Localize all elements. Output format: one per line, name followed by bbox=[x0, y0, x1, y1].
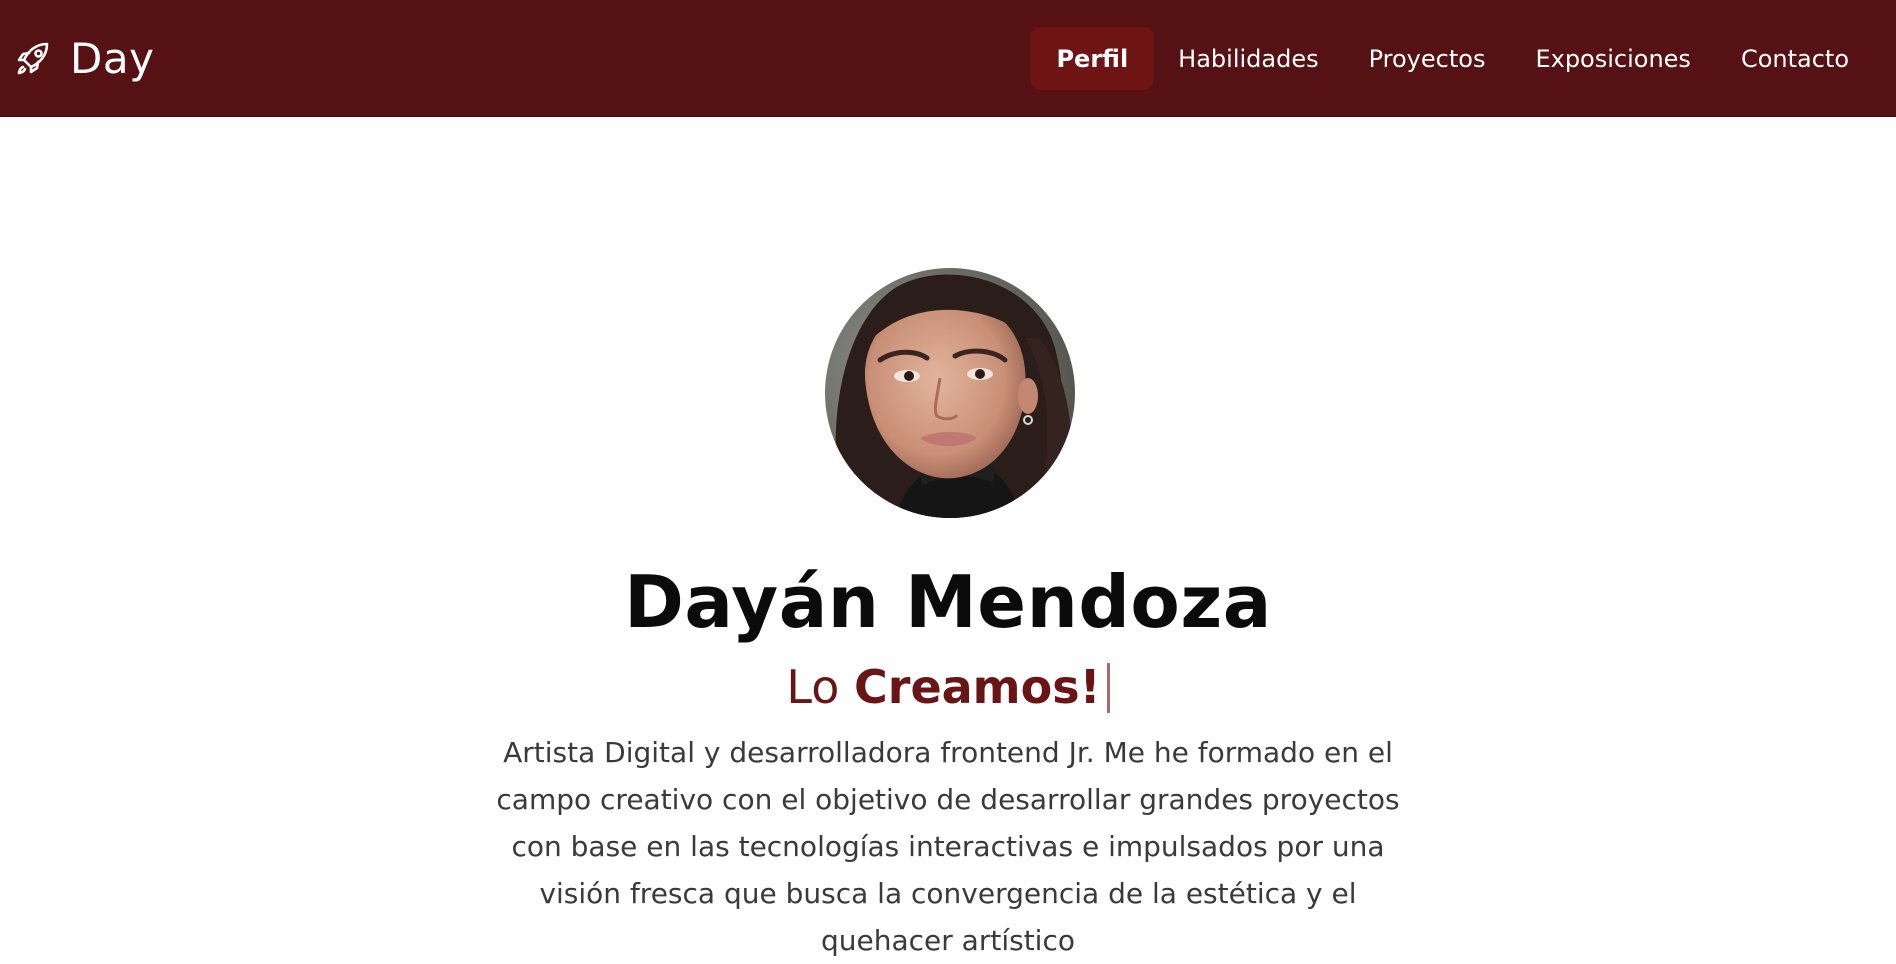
profile-bio: Artista Digital y desarrolladora fronten… bbox=[496, 736, 1400, 957]
brand-link[interactable]: Day bbox=[14, 0, 154, 117]
nav-item-perfil[interactable]: Perfil bbox=[1031, 27, 1154, 90]
nav-item-proyectos[interactable]: Proyectos bbox=[1344, 27, 1511, 90]
typing-caret bbox=[1106, 663, 1110, 713]
rocket-icon bbox=[14, 40, 52, 78]
tagline-prefix: Lo bbox=[786, 660, 840, 714]
nav-item-exposiciones[interactable]: Exposiciones bbox=[1510, 27, 1715, 90]
profile-name: Dayán Mendoza bbox=[624, 560, 1272, 644]
tagline: Lo Creamos! bbox=[0, 657, 1896, 717]
tagline-emphasis: Creamos! bbox=[854, 660, 1101, 714]
nav-item-contacto[interactable]: Contacto bbox=[1716, 27, 1874, 90]
profile-photo bbox=[825, 268, 1075, 518]
nav-item-habilidades[interactable]: Habilidades bbox=[1153, 27, 1343, 90]
brand-name: Day bbox=[70, 34, 155, 83]
avatar bbox=[825, 268, 1075, 518]
main-nav: Perfil Habilidades Proyectos Exposicione… bbox=[1031, 0, 1874, 117]
profile-section: Dayán Mendoza Lo Creamos! Artista Digita… bbox=[0, 117, 1896, 957]
navbar: Day Perfil Habilidades Proyectos Exposic… bbox=[0, 0, 1896, 117]
